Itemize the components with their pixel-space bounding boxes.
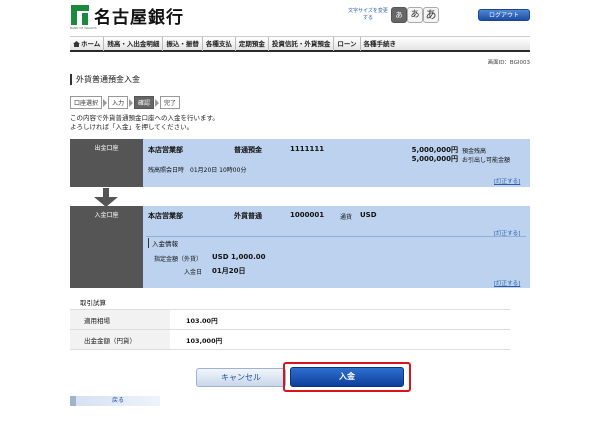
step-complete: 完了 [160, 96, 181, 109]
withdraw-branch: 本店営業部 [148, 146, 183, 154]
deposit-date: 01月20日 [212, 267, 246, 275]
home-icon [73, 41, 80, 47]
calc-yen-amount-label: 出金金額（円貨） [70, 329, 170, 350]
font-size-small-button[interactable]: あ [391, 7, 407, 23]
nav-transfer[interactable]: 振込・振替 [163, 37, 203, 51]
withdraw-account-type: 普通預金 [234, 146, 262, 154]
deposit-info-title: 入金情報 [148, 238, 178, 248]
instruction-line: よろしければ「入金」を押してください。 [70, 123, 194, 131]
withdraw-correct-link[interactable]: [訂正する] [494, 177, 520, 185]
withdraw-panel-label: 出金口座 [70, 139, 143, 187]
step-arrow-icon [103, 98, 108, 107]
table-row: 出金金額（円貨） 103,000円 [70, 329, 510, 350]
nav-balance[interactable]: 残高・入出金明細 [104, 37, 164, 51]
bank-name: 名古屋銀行 [94, 8, 184, 28]
deposit-account-type: 外貨普通 [234, 212, 262, 220]
deposit-account-panel: 入金口座 本店営業部 外貨普通 1000001 通貨 USD [訂正する] [訂… [70, 206, 530, 288]
back-button[interactable]: 戻る [70, 396, 160, 406]
deposit-amount: USD 1,000.00 [212, 253, 266, 261]
step-account-select: 口座選択 [70, 96, 103, 109]
page-title: 外貨普通預金入金 [70, 74, 140, 85]
withdraw-inquiry-datetime: 残高照会日時 01月20日 10時00分 [148, 167, 247, 174]
submit-deposit-button[interactable]: 入金 [290, 367, 404, 387]
withdraw-available: 5,000,000円 [411, 155, 458, 163]
withdraw-balance-label: 預金残高 [462, 148, 487, 155]
withdraw-account-panel: 出金口座 本店営業部 普通預金 1111111 5,000,000円 預金残高 … [70, 139, 530, 187]
deposit-info-correct-link[interactable]: [訂正する] [494, 279, 520, 287]
calc-yen-amount-value: 103,000円 [170, 329, 510, 350]
instructions: この内容で外貨普通預金口座への入金を行います。 よろしければ「入金」を押してくだ… [70, 114, 219, 132]
step-indicator: 口座選択 入力 確認 完了 [70, 96, 181, 109]
nav-home[interactable]: ホーム [70, 37, 105, 51]
step-arrow-icon [155, 98, 160, 107]
withdraw-account-number: 1111111 [290, 145, 325, 153]
step-input: 入力 [108, 96, 129, 109]
font-size-medium-button[interactable]: あ [407, 7, 423, 23]
table-row: 適用相場 103.00円 [70, 309, 510, 330]
deposit-currency: USD [360, 211, 377, 219]
deposit-branch: 本店営業部 [148, 212, 183, 220]
nav-time-deposit[interactable]: 定期預金 [236, 37, 269, 51]
withdraw-available-label: お引出し可能金額 [462, 157, 511, 164]
bank-sub-name: BANK OF NAGOYA [70, 26, 97, 30]
calc-rate-value: 103.00円 [170, 309, 510, 330]
deposit-amount-label: 指定金額（外貨） [153, 256, 202, 263]
deposit-info-divider [146, 236, 526, 237]
calc-title: 取引試算 [80, 299, 106, 307]
deposit-date-label: 入金日 [183, 269, 202, 276]
font-size-label: 文字サイズを変更する [348, 8, 388, 21]
deposit-account-number: 1000001 [290, 211, 325, 219]
font-size-large-button[interactable]: あ [423, 7, 439, 23]
step-confirm: 確認 [134, 96, 155, 109]
calc-table: 適用相場 103.00円 出金金額（円貨） 103,000円 [70, 309, 510, 350]
logout-button[interactable]: ログアウト [478, 9, 530, 21]
screen-id: 画面ID：BGI003 [487, 60, 530, 66]
nav-loan[interactable]: ローン [334, 37, 361, 51]
header: 名古屋銀行 BANK OF NAGOYA 文字サイズを変更する あ あ あ ログ… [0, 0, 600, 34]
step-arrow-icon [129, 98, 134, 107]
deposit-currency-label: 通貨 [340, 214, 353, 221]
flow-arrow-down-icon [94, 188, 118, 208]
cancel-button[interactable]: キャンセル [196, 368, 286, 387]
nav-investment[interactable]: 投資信託・外貨預金 [269, 37, 335, 51]
nav-home-label: ホーム [81, 40, 101, 48]
instruction-line: この内容で外貨普通預金口座への入金を行います。 [70, 114, 219, 122]
nav-payments[interactable]: 各種支払 [203, 37, 236, 51]
calc-rate-label: 適用相場 [70, 309, 170, 330]
main-nav: ホーム 残高・入出金明細 振込・振替 各種支払 定期預金 投資信託・外貨預金 ロ… [70, 36, 530, 52]
deposit-panel-label: 入金口座 [70, 206, 143, 288]
nav-procedures[interactable]: 各種手続き [361, 37, 400, 51]
bank-logo-icon [71, 5, 89, 25]
